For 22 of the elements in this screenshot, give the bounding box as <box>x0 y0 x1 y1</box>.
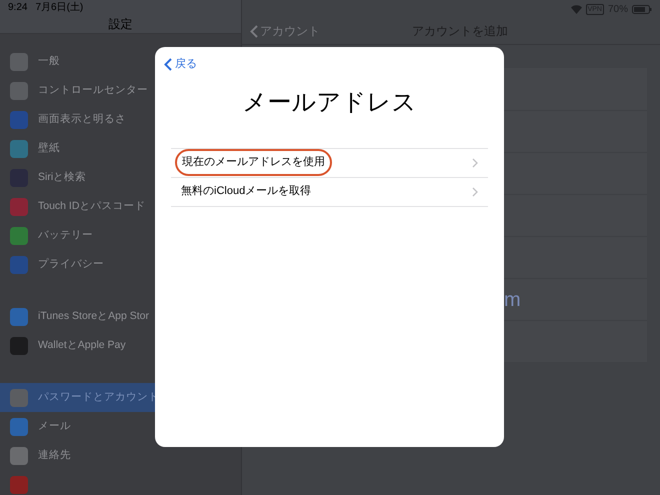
settings-item[interactable]: コントロールセンター <box>0 76 241 105</box>
settings-item[interactable]: プライバシー <box>0 250 241 279</box>
chevron-left-icon <box>250 24 258 38</box>
chevron-right-icon <box>472 186 478 196</box>
settings-item[interactable]: 画面表示と明るさ <box>0 105 241 134</box>
chevron-right-icon <box>472 158 478 168</box>
back-button[interactable]: アカウント <box>242 22 320 40</box>
back-button[interactable]: 戻る <box>164 56 197 72</box>
status-date: 7月6日(土) <box>35 0 84 15</box>
wifi-icon <box>570 4 582 14</box>
status-time: 9:24 <box>8 1 28 15</box>
chevron-left-icon <box>164 58 172 71</box>
settings-item[interactable]: 連絡先 <box>0 441 241 470</box>
settings-item[interactable]: メール <box>0 412 241 441</box>
sidebar-title: 設定 <box>108 16 132 33</box>
option-item[interactable]: 現在のメールアドレスを使用 <box>171 148 488 178</box>
dialog-title: メールアドレス <box>242 88 418 118</box>
option-item[interactable]: 無料のiCloudメールを取得 <box>171 178 488 206</box>
settings-item[interactable]: WalletとApple Pay <box>0 331 241 360</box>
settings-item[interactable]: iTunes StoreとApp Stor <box>0 302 241 331</box>
settings-item[interactable]: バッテリー <box>0 221 241 250</box>
battery-icon <box>632 4 652 14</box>
